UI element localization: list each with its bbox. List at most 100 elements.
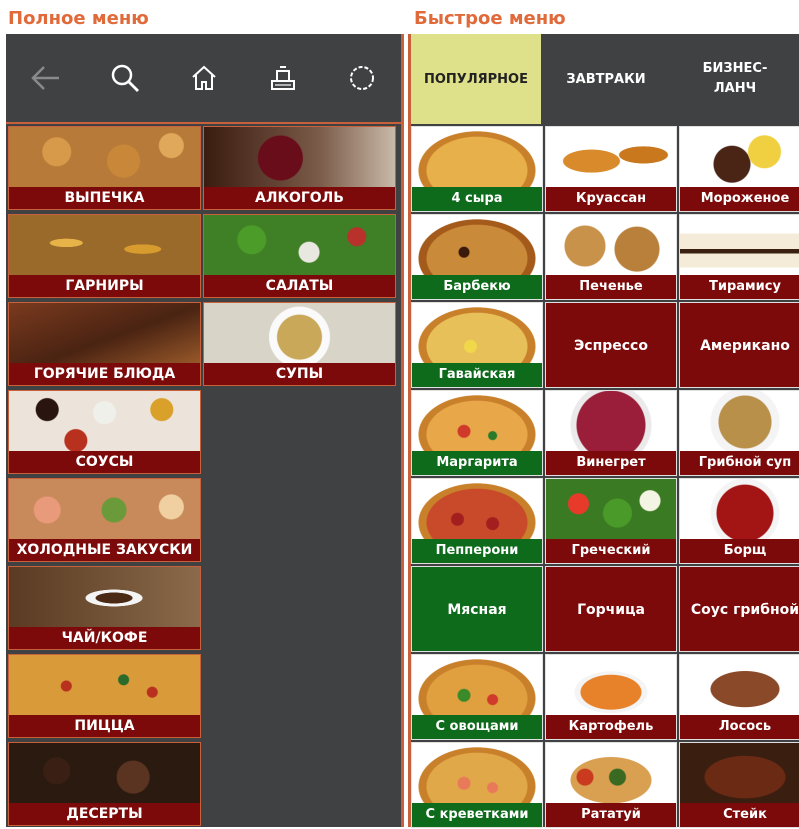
category-tile[interactable]: ХОЛОДНЫЕ ЗАКУСКИ [8, 478, 201, 562]
menu-item-tile[interactable]: Стейк [679, 742, 799, 828]
menu-item-tile[interactable]: С креветками [411, 742, 543, 828]
food-image [412, 127, 542, 189]
food-image [546, 127, 676, 189]
food-image [680, 743, 799, 805]
receipt-printer-icon[interactable] [263, 58, 303, 98]
tab-breakfast[interactable]: ЗАВТРАКИ [541, 34, 671, 124]
menu-item-label: Печенье [546, 275, 676, 299]
category-grid: ВЫПЕЧКА АЛКОГОЛЬ ГАРНИРЫ САЛАТЫ ГОРЯЧИЕ … [6, 122, 401, 829]
menu-item-tile[interactable]: Картофель [545, 654, 677, 740]
category-tile[interactable]: ВЫПЕЧКА [8, 126, 201, 210]
menu-item-tile[interactable]: 4 сыра [411, 126, 543, 212]
menu-item-tile[interactable]: Круассан [545, 126, 677, 212]
menu-item-tile[interactable]: Эспрессо [545, 302, 677, 388]
snacks-image [9, 479, 200, 541]
tab-label: ЗАВТРАКИ [566, 71, 646, 87]
menu-item-label: С креветками [412, 803, 542, 827]
menu-item-label: Барбекю [412, 275, 542, 299]
menu-item-label: Рататуй [546, 803, 676, 827]
food-image [546, 391, 676, 453]
category-label: ЧАЙ/КОФЕ [9, 627, 200, 649]
category-tile[interactable]: ЧАЙ/КОФЕ [8, 566, 201, 650]
category-label: ГАРНИРЫ [9, 275, 200, 297]
menu-item-label: 4 сыра [412, 187, 542, 211]
tab-popular[interactable]: ПОПУЛЯРНОЕ [411, 34, 541, 124]
sauces-image [9, 391, 200, 453]
menu-item-label: Стейк [680, 803, 799, 827]
menu-item-tile[interactable]: Соус грибной [679, 566, 799, 652]
menu-item-tile[interactable]: Грибной суп [679, 390, 799, 476]
food-image [680, 479, 799, 541]
pizza-image [9, 655, 200, 717]
food-image [680, 655, 799, 717]
home-icon[interactable] [184, 58, 224, 98]
menu-item-tile[interactable]: Американо [679, 302, 799, 388]
category-label: ГОРЯЧИЕ БЛЮДА [9, 363, 200, 385]
category-label: ВЫПЕЧКА [9, 187, 200, 209]
menu-item-tile[interactable]: С овощами [411, 654, 543, 740]
menu-item-label: Соус грибной [680, 567, 799, 651]
menu-item-tile[interactable]: Тирамису [679, 214, 799, 300]
category-label: САЛАТЫ [204, 275, 395, 297]
food-image [412, 655, 542, 717]
food-image [412, 479, 542, 541]
category-tile[interactable]: АЛКОГОЛЬ [203, 126, 396, 210]
menu-item-label: Горчица [546, 567, 676, 651]
menu-item-tile[interactable]: Печенье [545, 214, 677, 300]
menu-item-tile[interactable]: Винегрет [545, 390, 677, 476]
menu-item-label: Грибной суп [680, 451, 799, 475]
menu-item-tile[interactable]: Лосось [679, 654, 799, 740]
tab-business-lunch[interactable]: БИЗНЕС-ЛАНЧ [671, 34, 799, 124]
food-image [680, 391, 799, 453]
food-image [412, 215, 542, 277]
food-image [546, 479, 676, 541]
menu-item-tile[interactable]: Барбекю [411, 214, 543, 300]
category-tile[interactable]: ГАРНИРЫ [8, 214, 201, 298]
food-image [412, 743, 542, 805]
pastry-image [9, 127, 200, 189]
category-tile[interactable]: ГОРЯЧИЕ БЛЮДА [8, 302, 201, 386]
menu-item-tile[interactable]: Мясная [411, 566, 543, 652]
menu-item-tile[interactable]: Маргарита [411, 390, 543, 476]
category-label: СУПЫ [204, 363, 395, 385]
food-image [546, 655, 676, 717]
tab-bar: ПОПУЛЯРНОЕ ЗАВТРАКИ БИЗНЕС-ЛАНЧ [411, 34, 799, 124]
category-label: АЛКОГОЛЬ [204, 187, 395, 209]
menu-item-label: Американо [680, 303, 799, 387]
menu-item-label: Лосось [680, 715, 799, 739]
category-label: ДЕСЕРТЫ [9, 803, 200, 825]
menu-item-tile[interactable]: Пепперони [411, 478, 543, 564]
category-tile[interactable]: ДЕСЕРТЫ [8, 742, 201, 826]
menu-item-label: Тирамису [680, 275, 799, 299]
menu-item-label: Мороженое [680, 187, 799, 211]
potato-image [9, 215, 200, 277]
menu-item-tile[interactable]: Гавайская [411, 302, 543, 388]
full-menu-panel: ВЫПЕЧКА АЛКОГОЛЬ ГАРНИРЫ САЛАТЫ ГОРЯЧИЕ … [6, 34, 404, 827]
menu-item-tile[interactable]: Греческий [545, 478, 677, 564]
menu-item-tile[interactable]: Борщ [679, 478, 799, 564]
category-tile[interactable]: ПИЦЦА [8, 654, 201, 738]
category-tile[interactable]: СУПЫ [203, 302, 396, 386]
menu-item-label: Эспрессо [546, 303, 676, 387]
salad-image [204, 215, 395, 277]
menu-item-tile[interactable]: Мороженое [679, 126, 799, 212]
tab-label: БИЗНЕС-ЛАНЧ [702, 61, 768, 96]
quick-menu-heading: Быстрое меню [414, 8, 566, 29]
food-image [546, 215, 676, 277]
soup-image [204, 303, 395, 365]
toolbar [6, 34, 401, 122]
menu-item-label: Мясная [412, 567, 542, 651]
category-tile[interactable]: САЛАТЫ [203, 214, 396, 298]
menu-item-tile[interactable]: Рататуй [545, 742, 677, 828]
settings-gear-icon[interactable] [342, 58, 382, 98]
quick-menu-panel: ПОПУЛЯРНОЕ ЗАВТРАКИ БИЗНЕС-ЛАНЧ 4 сыра Кр… [408, 34, 799, 828]
food-image [546, 743, 676, 805]
search-icon[interactable] [105, 58, 145, 98]
menu-item-label: Гавайская [412, 363, 542, 387]
back-arrow-icon[interactable] [26, 58, 66, 98]
category-tile[interactable]: СОУСЫ [8, 390, 201, 474]
menu-item-tile[interactable]: Горчица [545, 566, 677, 652]
category-label: ХОЛОДНЫЕ ЗАКУСКИ [9, 539, 200, 561]
menu-item-label: Винегрет [546, 451, 676, 475]
tab-label: ПОПУЛЯРНОЕ [424, 71, 528, 87]
